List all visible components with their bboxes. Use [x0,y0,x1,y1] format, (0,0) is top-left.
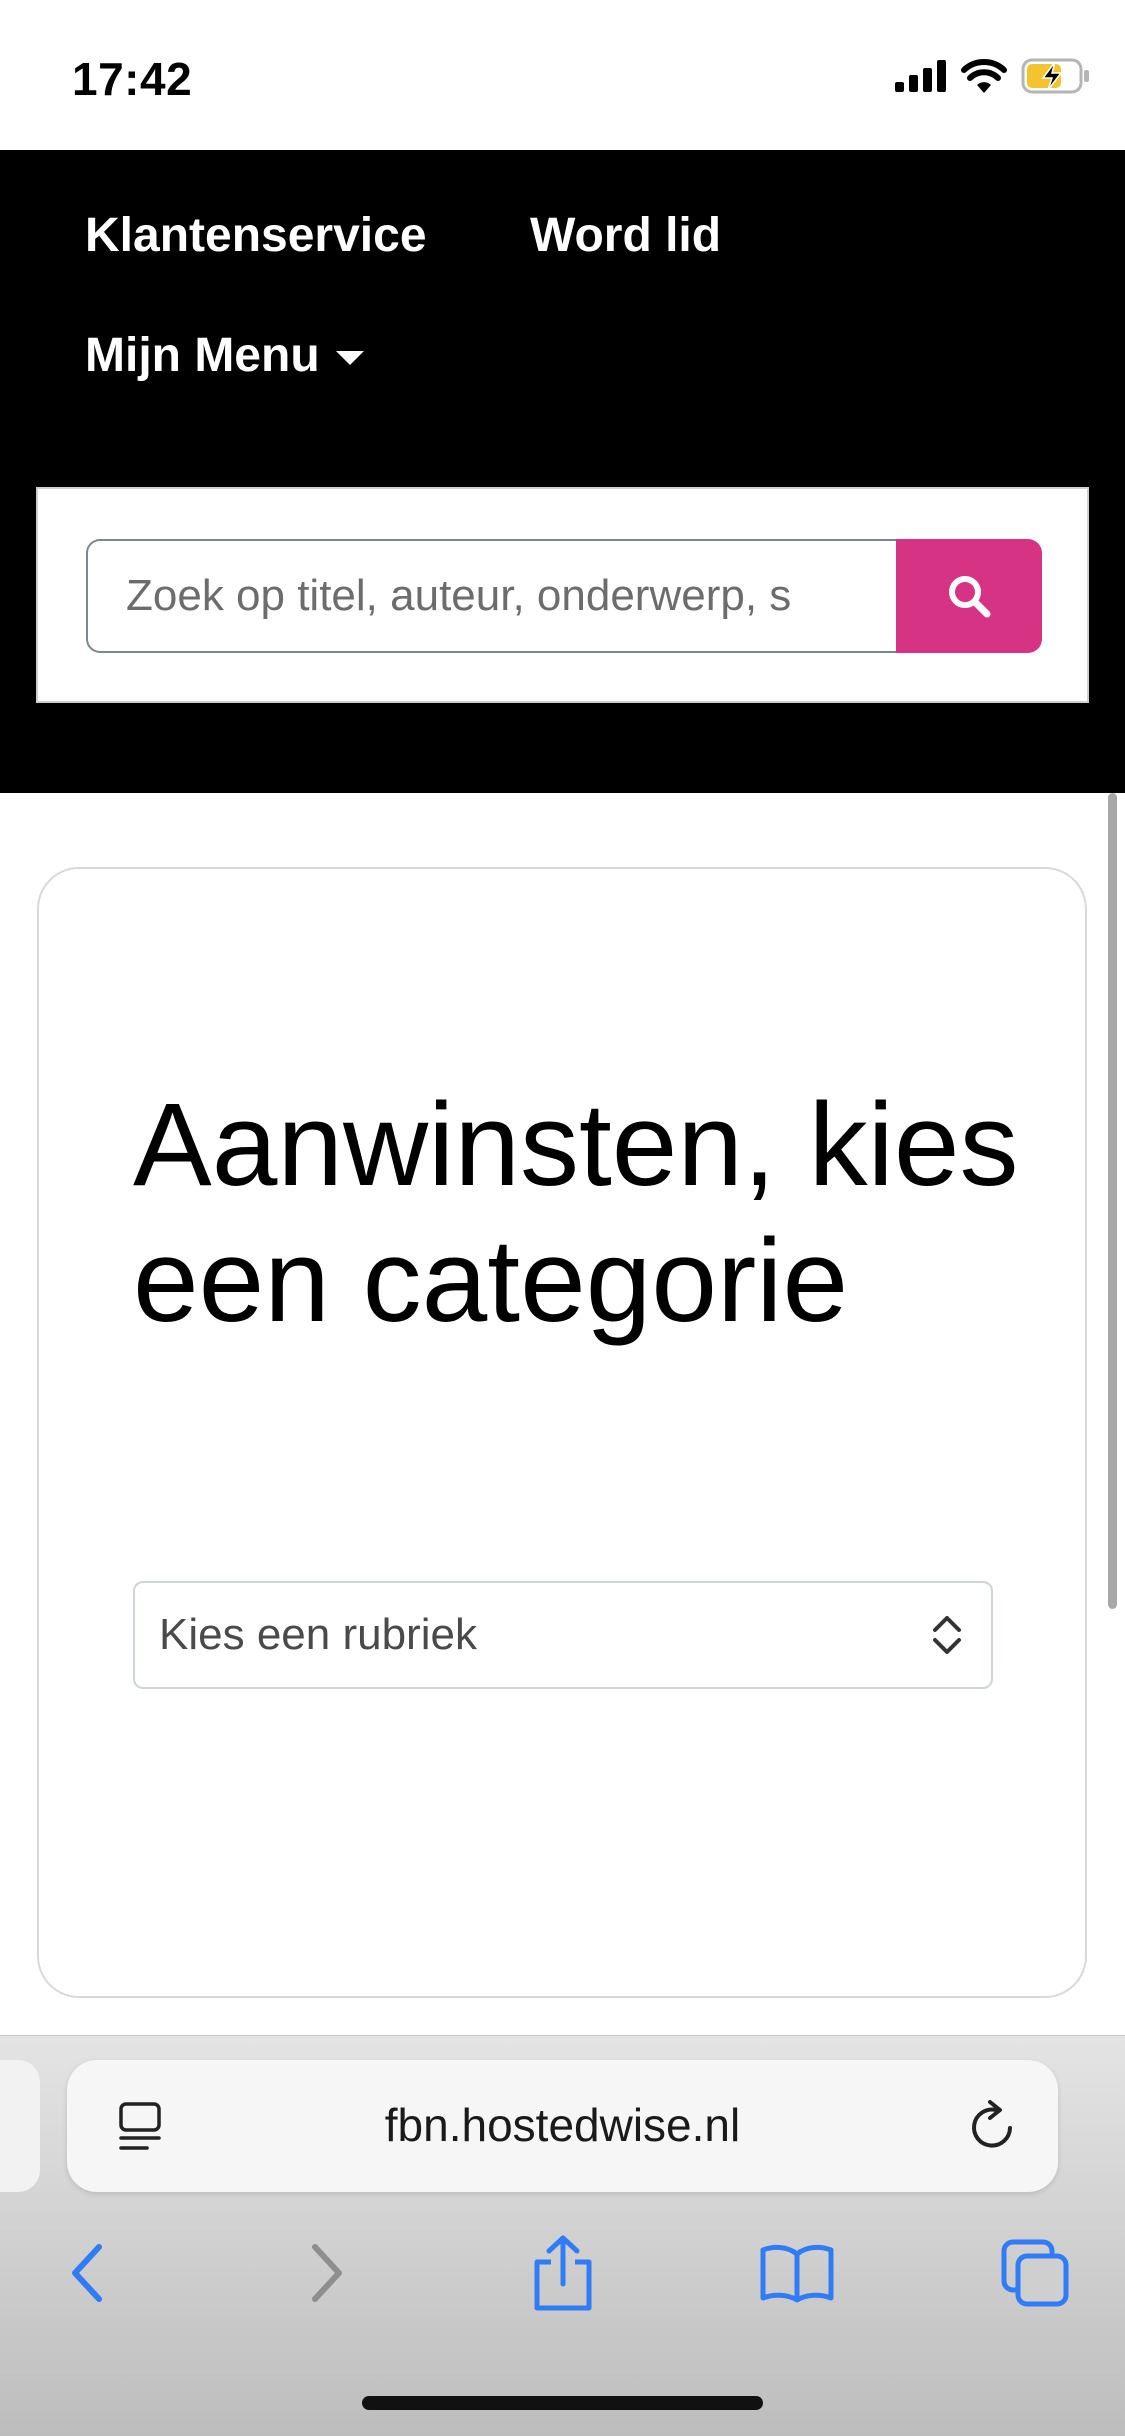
back-button[interactable] [42,2228,132,2318]
status-bar: 17:42 [0,0,1125,150]
page-title: Aanwinsten, kies een categorie [133,1079,1019,1347]
book-icon [760,2244,834,2303]
rubriek-select[interactable]: Kies een rubriek [133,1581,993,1689]
nav-word-lid-link[interactable]: Word lid [530,208,721,263]
address-bar[interactable]: fbn.hostedwise.nl [67,2060,1058,2192]
scrollbar[interactable] [1108,793,1117,1609]
url-text: fbn.hostedwise.nl [384,2099,741,2151]
chevron-left-icon [72,2244,102,2302]
main-content: Aanwinsten, kies een categorie Kies een … [0,793,1125,2035]
previous-tab-peek[interactable] [0,2060,40,2192]
mijn-menu-label: Mijn Menu [85,329,320,382]
home-indicator[interactable] [362,2396,763,2410]
browser-toolbar: fbn.hostedwise.nl [0,2035,1125,2436]
status-time: 17:42 [72,53,193,105]
reload-icon[interactable] [966,2098,1020,2154]
share-button[interactable] [518,2228,608,2318]
tabs-icon [1001,2239,1069,2307]
search-panel [36,487,1089,703]
wifi-icon [961,59,1007,93]
share-icon [534,2235,592,2311]
battery-charging-icon [1021,58,1089,94]
search-button[interactable] [896,539,1042,653]
chevron-right-icon [312,2244,342,2302]
nav-klantenservice-link[interactable]: Klantenservice [85,208,427,263]
mijn-menu-dropdown[interactable]: Mijn Menu [85,328,364,383]
tabs-button[interactable] [990,2228,1080,2318]
bookmarks-button[interactable] [752,2228,842,2318]
cellular-signal-icon [895,60,946,92]
caret-down-icon [335,350,364,365]
search-icon [949,576,991,618]
forward-button[interactable] [282,2228,372,2318]
rubriek-select-value: Kies een rubriek [159,1610,477,1659]
aanwinsten-card: Aanwinsten, kies een categorie Kies een … [37,867,1087,1998]
site-header: Klantenservice Word lid Mijn Menu [0,150,1125,793]
status-icons [895,58,1091,94]
chevron-up-down-icon [933,1616,961,1654]
search-input[interactable] [86,539,896,653]
